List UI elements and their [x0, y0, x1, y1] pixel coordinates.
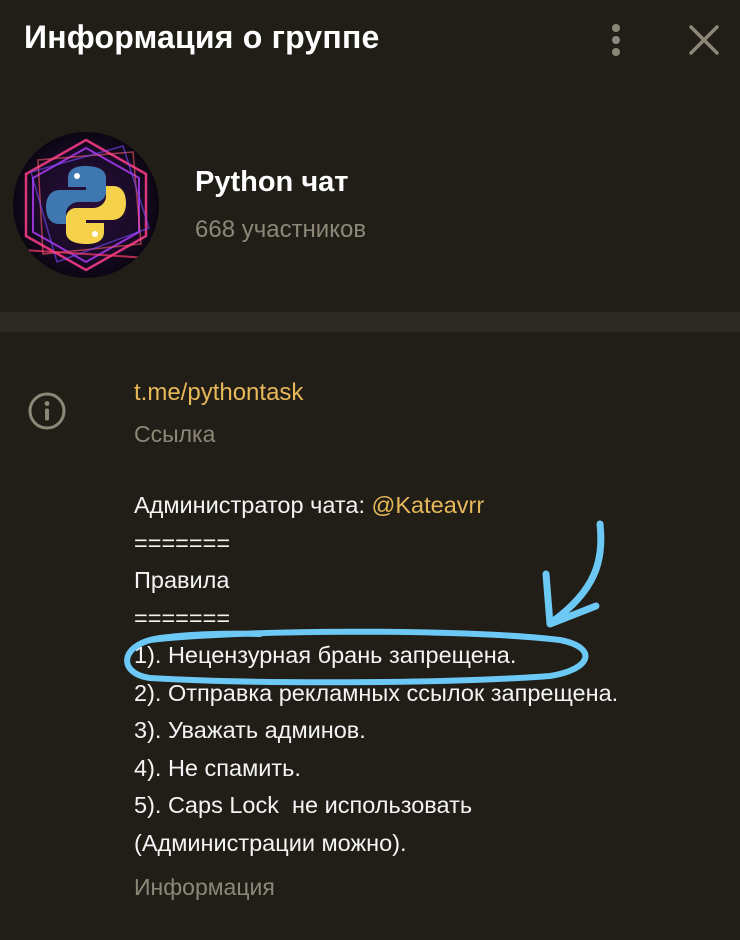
rule-5-continued: (Администрации можно). [134, 829, 407, 856]
group-profile: Python чат 668 участников [0, 84, 740, 312]
close-icon [689, 25, 719, 55]
rule-2: 2). Отправка рекламных ссылок запрещена. [134, 679, 619, 706]
section-divider [0, 312, 740, 332]
group-info: t.me/pythontask Ссылка Администратор чат… [134, 376, 724, 904]
info-icon [26, 390, 68, 432]
rule-4: 4). Не спамить. [134, 754, 301, 781]
rules-heading: Правила [134, 567, 230, 593]
separator-line: ======= [134, 604, 231, 631]
description-caption: Информация [134, 874, 275, 900]
group-link[interactable]: t.me/pythontask [134, 376, 724, 410]
group-description: Администратор чата: @Kateavrr ======= Пр… [134, 487, 724, 862]
avatar[interactable] [13, 132, 159, 278]
close-button[interactable] [682, 18, 726, 62]
rule-1: 1). Нецензурная брань запрещена. [134, 642, 517, 668]
admin-handle-link[interactable]: @Kateavrr [372, 492, 485, 518]
more-options-button[interactable] [596, 18, 636, 62]
link-caption: Ссылка [134, 421, 216, 447]
admin-line: Администратор чата: @Kateavrr [134, 487, 724, 525]
more-vertical-icon [612, 24, 620, 56]
rule-3: 3). Уважать админов. [134, 717, 366, 743]
group-name: Python чат [195, 166, 349, 198]
page-title: Информация о группе [24, 19, 380, 55]
header: Информация о группе [0, 0, 740, 84]
member-count: 668 участников [195, 216, 367, 243]
admin-prefix: Администратор чата: [134, 492, 372, 518]
separator-line: ======= [134, 529, 231, 556]
rule-5: 5). Caps Lock не использовать [134, 792, 473, 818]
python-logo-icon [13, 132, 159, 278]
